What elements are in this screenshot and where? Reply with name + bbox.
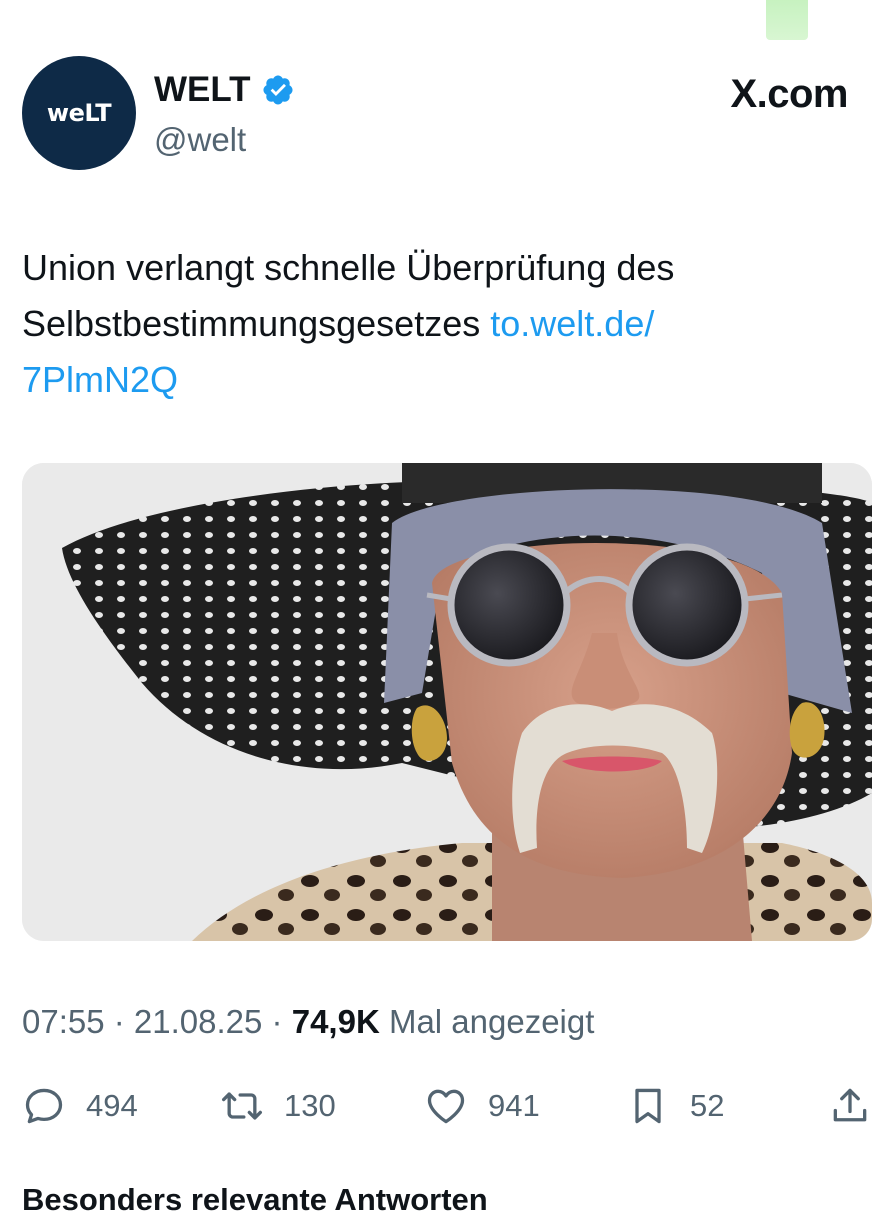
name-row: WELT xyxy=(154,70,295,110)
action-bar: 494 130 941 52 xyxy=(22,1078,872,1134)
repost-button[interactable]: 130 xyxy=(220,1078,336,1134)
reply-button[interactable]: 494 xyxy=(22,1078,138,1134)
tweet-image[interactable] xyxy=(22,463,872,941)
verified-badge-icon xyxy=(263,75,293,105)
tweet-date[interactable]: 21.08.25 xyxy=(134,1003,262,1040)
avatar[interactable]: weLT xyxy=(22,56,136,170)
views-count: 74,9K xyxy=(291,1003,380,1040)
user-handle[interactable]: @welt xyxy=(154,120,246,160)
views-label: Mal angezeigt xyxy=(379,1003,595,1040)
like-button[interactable]: 941 xyxy=(424,1078,540,1134)
tweet-meta: 07:55 · 21.08.25 · 74,9K Mal angezeigt xyxy=(22,1003,595,1040)
photo-person-with-hat xyxy=(22,463,872,941)
bookmark-button[interactable]: 52 xyxy=(626,1078,724,1134)
tweet-time[interactable]: 07:55 xyxy=(22,1003,105,1040)
repost-icon xyxy=(222,1092,262,1120)
share-button[interactable] xyxy=(828,1078,872,1134)
reply-icon xyxy=(25,1088,63,1124)
heart-icon xyxy=(427,1089,465,1124)
reply-count: 494 xyxy=(86,1088,138,1123)
share-icon xyxy=(833,1088,867,1122)
replies-section-title[interactable]: Besonders relevante Antworten xyxy=(22,1182,488,1218)
tweet-header: weLT WELT @welt X.com xyxy=(22,56,848,172)
tweet-text: Union verlangt schnelle Überprüfung des … xyxy=(22,240,862,408)
bookmark-count: 52 xyxy=(690,1088,725,1123)
avatar-logo-text: weLT xyxy=(46,99,112,127)
display-name[interactable]: WELT xyxy=(154,70,251,110)
repost-count: 130 xyxy=(284,1088,336,1123)
source-label: X.com xyxy=(730,72,848,116)
like-count: 941 xyxy=(488,1088,540,1123)
top-green-strip xyxy=(766,0,808,40)
bookmark-icon xyxy=(635,1088,661,1124)
